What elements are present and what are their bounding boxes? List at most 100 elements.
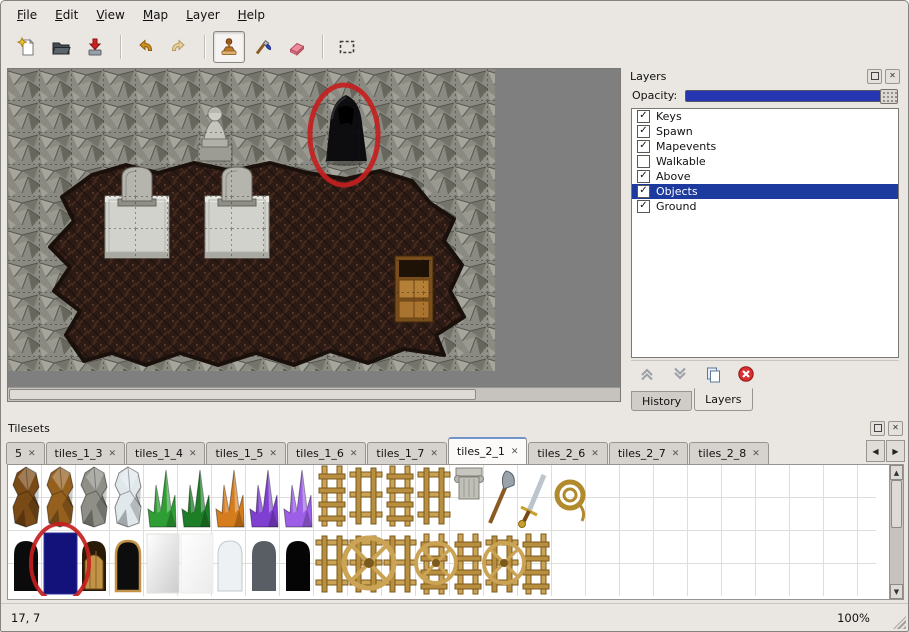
tileset-tab[interactable]: tiles_2_6✕ [528, 442, 607, 464]
layer-checkbox[interactable] [637, 155, 650, 168]
tab-close-icon[interactable]: ✕ [350, 449, 358, 459]
save-map-button[interactable] [79, 31, 111, 63]
float-dock-button[interactable] [870, 421, 885, 436]
menu-map[interactable]: Map [134, 5, 177, 25]
new-file-icon [16, 36, 38, 58]
tab-layers[interactable]: Layers [694, 388, 752, 411]
map-hscroll-thumb[interactable] [9, 389, 476, 400]
tileset-tab[interactable]: tiles_1_5✕ [206, 442, 285, 464]
layer-checkbox[interactable]: ✓ [637, 200, 650, 213]
tileset-tab[interactable]: tiles_2_7✕ [609, 442, 688, 464]
menu-edit[interactable]: Edit [46, 5, 87, 25]
tileset-tab-label: tiles_1_7 [376, 447, 424, 460]
resize-grip[interactable] [893, 616, 906, 629]
menu-view-label: View [96, 8, 124, 22]
stamp-tool-button[interactable] [213, 31, 245, 63]
tileset-tab[interactable]: tiles_1_4✕ [126, 442, 205, 464]
eraser-tool-button[interactable] [281, 31, 313, 63]
new-map-button[interactable] [11, 31, 43, 63]
tab-close-icon[interactable]: ✕ [189, 449, 197, 459]
layer-name: Above [656, 170, 691, 183]
menu-layer[interactable]: Layer [177, 5, 228, 25]
open-map-button[interactable] [45, 31, 77, 63]
tileset-tab[interactable]: tiles_1_6✕ [287, 442, 366, 464]
tab-close-icon[interactable]: ✕ [108, 449, 116, 459]
tab-close-icon[interactable]: ✕ [752, 449, 760, 459]
layer-checkbox[interactable]: ✓ [637, 110, 650, 123]
map-editor-window: File Edit View Map Layer Help [0, 0, 909, 632]
move-layer-down-button[interactable] [670, 364, 690, 384]
menu-file-label: File [17, 8, 37, 22]
delete-layer-button[interactable] [736, 364, 756, 384]
statusbar: 17, 7 100% [1, 603, 908, 631]
redo-curved-arrow-icon [168, 36, 190, 58]
layer-row[interactable]: ✓ Keys [632, 109, 898, 124]
tab-close-icon[interactable]: ✕ [430, 449, 438, 459]
undo-button[interactable] [129, 31, 161, 63]
scroll-down-button[interactable]: ▼ [890, 584, 903, 599]
tileset-canvas[interactable]: ▲ ▼ [7, 464, 904, 600]
close-dock-button[interactable]: ✕ [888, 421, 903, 436]
tileset-vertical-scrollbar[interactable]: ▲ ▼ [889, 465, 903, 599]
menu-edit-label: Edit [55, 8, 78, 22]
layer-row-selected[interactable]: ✓ Objects [632, 184, 898, 199]
layer-checkbox[interactable]: ✓ [637, 140, 650, 153]
layers-list[interactable]: ✓ Keys ✓ Spawn ✓ Mapevents Walkable ✓ Ab… [631, 108, 899, 358]
float-dock-button[interactable] [867, 69, 882, 84]
layer-name: Mapevents [656, 140, 716, 153]
layer-checkbox[interactable]: ✓ [637, 185, 650, 198]
menubar: File Edit View Map Layer Help [4, 3, 905, 27]
layer-checkbox[interactable]: ✓ [637, 170, 650, 183]
tab-scroll-left-button[interactable]: ◀ [866, 440, 885, 462]
layer-name: Keys [656, 110, 682, 123]
tileset-tab[interactable]: tiles_1_7 ✕ [367, 442, 446, 464]
chevron-up-icon [638, 365, 656, 383]
layer-row[interactable]: ✓ Ground [632, 199, 898, 214]
scroll-up-button[interactable]: ▲ [890, 465, 903, 480]
opacity-slider-handle[interactable] [880, 89, 898, 104]
select-tool-button[interactable] [331, 31, 363, 63]
tab-close-icon[interactable]: ✕ [672, 449, 680, 459]
opacity-label: Opacity: [632, 89, 677, 102]
vscroll-thumb[interactable] [891, 480, 902, 528]
map-horizontal-scrollbar[interactable] [8, 387, 620, 401]
tileset-tabbar: 5✕ tiles_1_3✕ tiles_1_4✕ tiles_1_5✕ tile… [6, 438, 905, 464]
left-arrow-icon: ◀ [872, 447, 878, 456]
map-viewport[interactable] [8, 69, 620, 388]
tab-close-icon[interactable]: ✕ [28, 449, 36, 459]
redo-button[interactable] [163, 31, 195, 63]
layer-name: Objects [656, 185, 698, 198]
tileset-image[interactable] [8, 465, 876, 596]
tileset-tab[interactable]: tiles_1_3✕ [46, 442, 125, 464]
delete-icon [737, 365, 755, 383]
layer-checkbox[interactable]: ✓ [637, 125, 650, 138]
tab-close-icon[interactable]: ✕ [591, 449, 599, 459]
tileset-tab[interactable]: 5✕ [6, 442, 45, 464]
tab-history[interactable]: History [631, 391, 692, 411]
tileset-tab[interactable]: tiles_2_8✕ [689, 442, 768, 464]
menu-help[interactable]: Help [229, 5, 274, 25]
dashed-selection-icon [336, 36, 358, 58]
tab-close-icon[interactable]: ✕ [511, 447, 519, 457]
duplicate-layer-button[interactable] [703, 364, 723, 384]
opacity-row: Opacity: [626, 84, 904, 102]
layer-row[interactable]: ✓ Spawn [632, 124, 898, 139]
tilesets-dock: Tilesets ✕ 5✕ tiles_1_3✕ tiles_1_4✕ tile… [4, 420, 907, 603]
map-canvas[interactable] [7, 68, 621, 402]
close-dock-button[interactable]: ✕ [885, 69, 900, 84]
tab-scroll-right-button[interactable]: ▶ [886, 440, 905, 462]
move-layer-up-button[interactable] [637, 364, 657, 384]
undo-curved-arrow-icon [134, 36, 156, 58]
brush-tool-button[interactable] [247, 31, 279, 63]
menu-view[interactable]: View [87, 5, 133, 25]
tab-close-icon[interactable]: ✕ [269, 449, 277, 459]
layer-row[interactable]: ✓ Mapevents [632, 139, 898, 154]
layer-row[interactable]: Walkable [632, 154, 898, 169]
tab-history-label: History [642, 395, 681, 408]
opacity-slider[interactable] [685, 90, 898, 102]
layer-name: Walkable [656, 155, 706, 168]
layer-row[interactable]: ✓ Above [632, 169, 898, 184]
menu-file[interactable]: File [8, 5, 46, 25]
tileset-tab-active[interactable]: tiles_2_1✕ [448, 437, 527, 464]
map-image[interactable] [8, 69, 495, 371]
